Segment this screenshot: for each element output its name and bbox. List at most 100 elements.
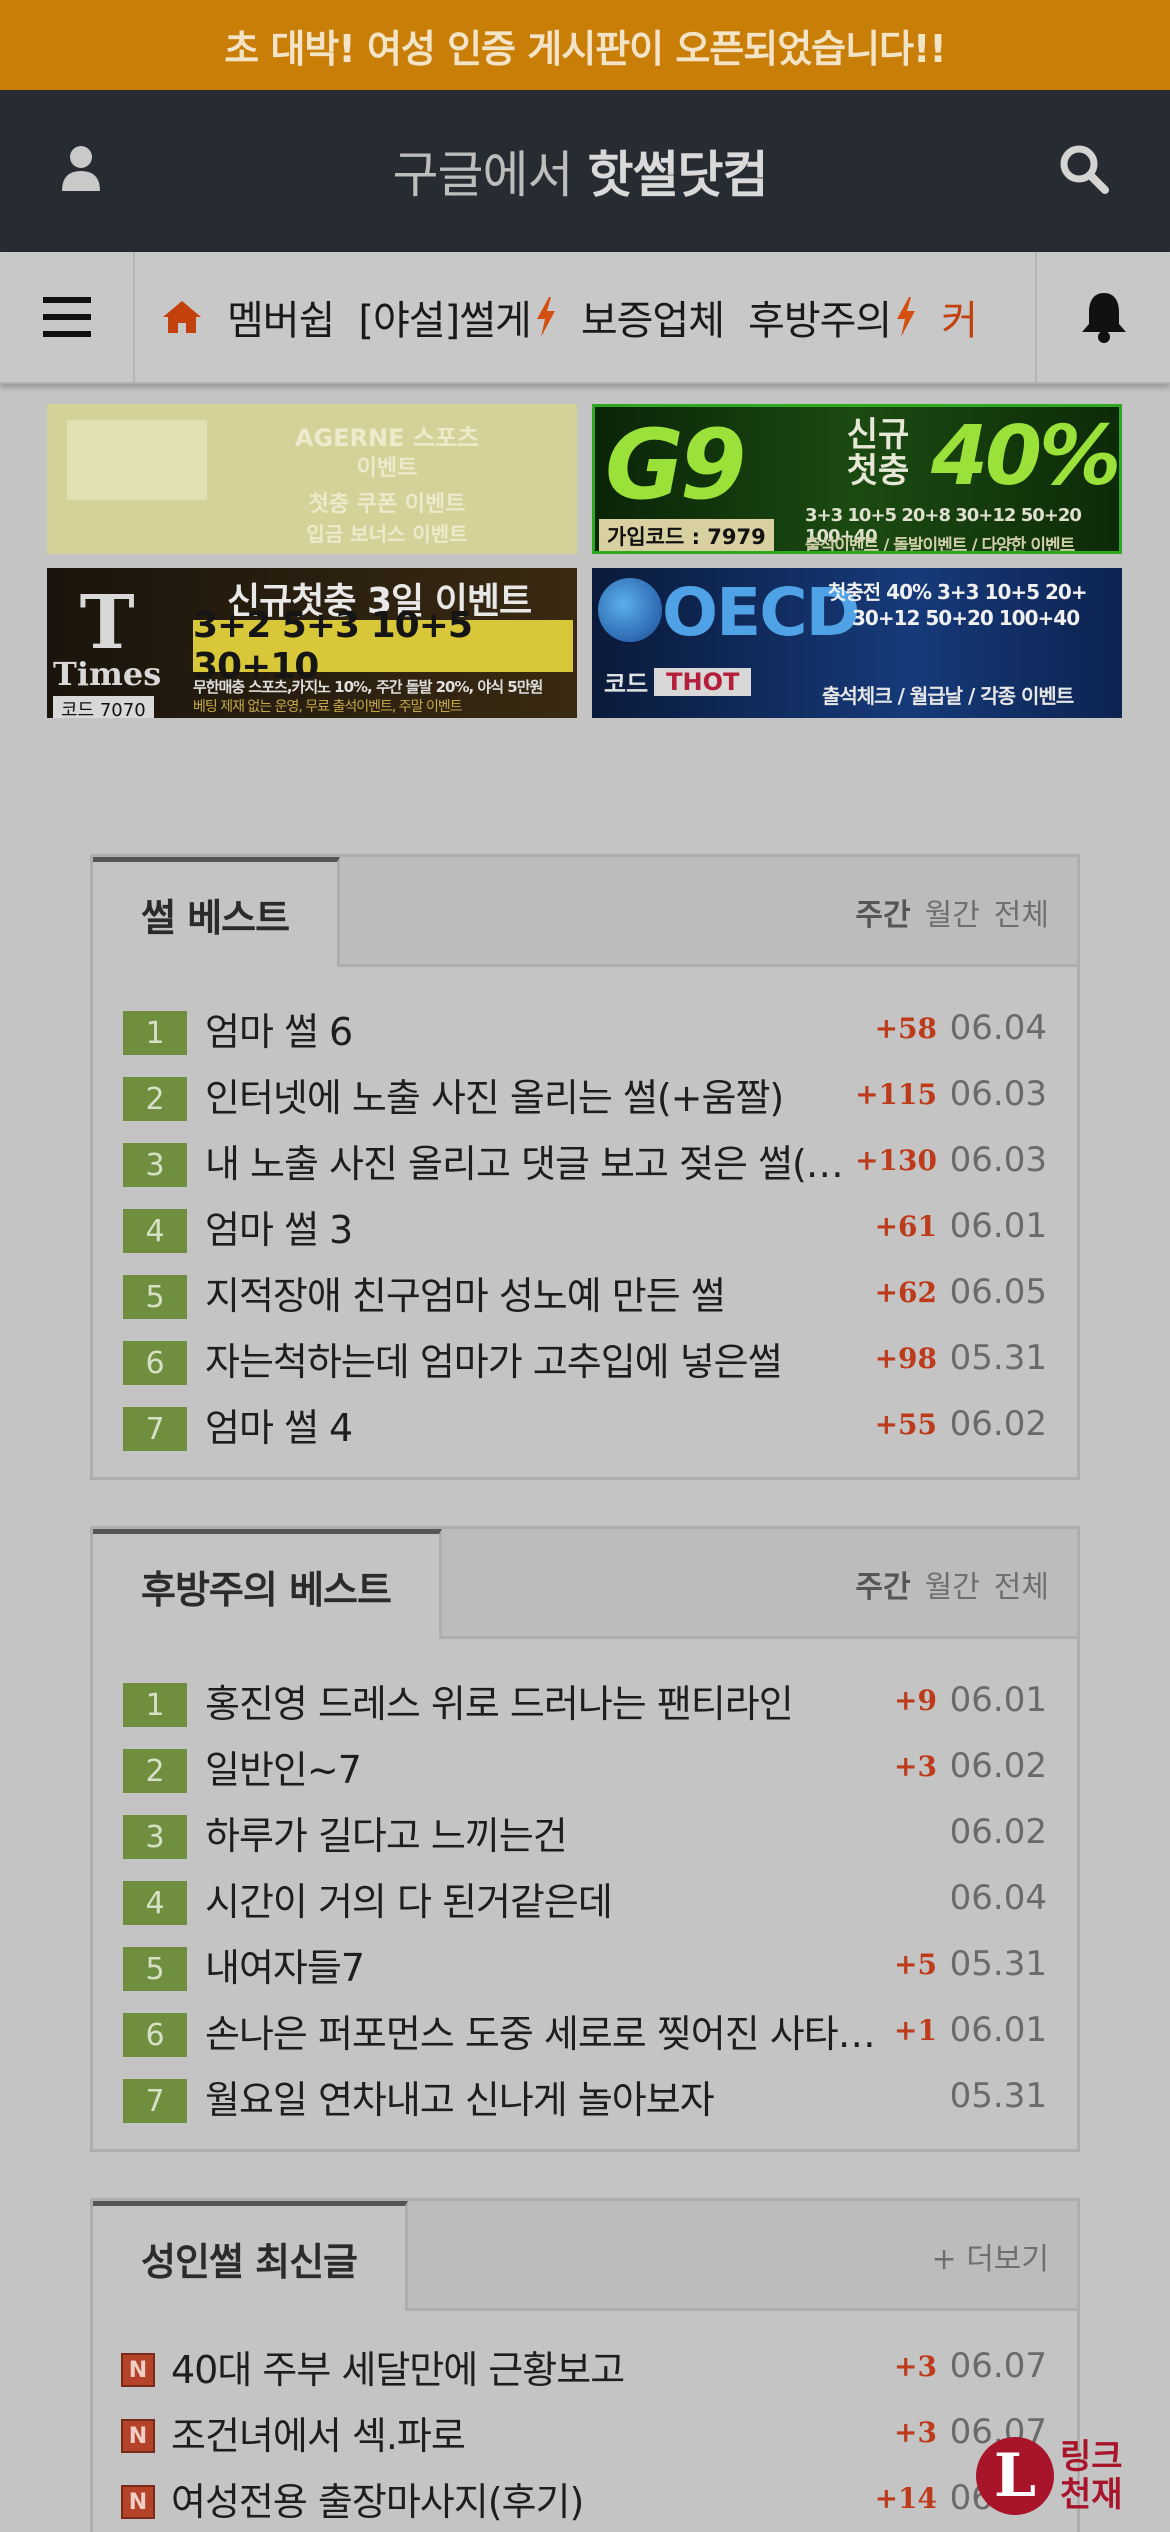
nav-item-more[interactable]: 커 bbox=[941, 288, 978, 346]
list-item[interactable]: 5 내여자들7 +5 05.31 bbox=[123, 1931, 1047, 1997]
ad-banner-oecd[interactable]: OECD 코드 THOT 첫충전 40% 3+3 10+5 20+ 30+12 5… bbox=[592, 568, 1122, 718]
post-date: 06.01 bbox=[949, 2010, 1047, 2050]
ad-banner-1[interactable]: AGERNE 스포츠 이벤트 첫충 쿠폰 이벤트 입금 보너스 이벤트 bbox=[47, 404, 577, 554]
ad-banner-oecd-code: 코드 THOT bbox=[604, 664, 752, 699]
nav-item-verified-sites[interactable]: 보증업체 bbox=[581, 288, 725, 346]
list-item[interactable]: 3 하루가 길다고 느끼는건 06.02 bbox=[123, 1799, 1047, 1865]
ad-banner-g9-promo: 신규 첫충 bbox=[846, 415, 910, 491]
period-filter: 주간 월간 전체 bbox=[855, 857, 1049, 967]
nav-item-rear-caution[interactable]: 후방주의 bbox=[748, 288, 917, 346]
ad-banner-g9-events: 출석이벤트 / 돌발이벤트 / 다양한 이벤트 bbox=[805, 536, 1075, 554]
post-title[interactable]: 내 노출 사진 올리고 댓글 보고 젖은 썰(+움짤) bbox=[205, 1133, 845, 1188]
notice-banner[interactable]: 초 대박! 여성 인증 게시판이 오픈되었습니다!! bbox=[0, 0, 1170, 90]
tab-rear-best[interactable]: 후방주의 베스트 bbox=[93, 1529, 442, 1639]
list-item[interactable]: 3 내 노출 사진 올리고 댓글 보고 젖은 썰(+움짤) +130 06.03 bbox=[123, 1127, 1047, 1193]
comment-count: +130 bbox=[855, 1143, 937, 1177]
list-item[interactable]: 5 지적장애 친구엄마 성노예 만든 썰 +62 06.05 bbox=[123, 1259, 1047, 1325]
site-title-brand: 핫썰닷컴 bbox=[587, 146, 768, 204]
list-item[interactable]: 4 시간이 거의 다 된거같은데 06.04 bbox=[123, 1865, 1047, 1931]
notification-button[interactable] bbox=[1035, 252, 1170, 382]
list-item[interactable]: 6 자는척하는데 엄마가 고추입에 넣은썰 +98 05.31 bbox=[123, 1325, 1047, 1391]
post-date: 06.04 bbox=[949, 1878, 1047, 1918]
post-title[interactable]: 여성전용 출장마사지(후기) bbox=[171, 2471, 865, 2526]
rank-badge: 3 bbox=[123, 1815, 187, 1859]
rank-badge: 1 bbox=[123, 1683, 187, 1727]
post-title[interactable]: 내여자들7 bbox=[205, 1937, 884, 1992]
latest-posts-list: N 40대 주부 세달만에 근황보고 +3 06.07 N 조건녀에서 섹.파로 +3 06.… bbox=[93, 2311, 1077, 2532]
best-posts-tabbar: 썰 베스트 주간 월간 전체 bbox=[93, 857, 1077, 967]
post-title[interactable]: 40대 주부 세달만에 근황보고 bbox=[171, 2339, 884, 2394]
list-item[interactable]: 1 엄마 썰 6 +58 06.04 bbox=[123, 995, 1047, 1061]
ad-banner-g9-percent: 40% bbox=[931, 409, 1119, 504]
comment-count: +9 bbox=[894, 1683, 937, 1717]
list-item[interactable]: 1 홍진영 드레스 위로 드러나는 팬티라인 +9 06.01 bbox=[123, 1667, 1047, 1733]
list-item[interactable]: 2 일반인~7 +3 06.02 bbox=[123, 1733, 1047, 1799]
list-item[interactable]: 2 인터넷에 노출 사진 올리는 썰(+움짤) +115 06.03 bbox=[123, 1061, 1047, 1127]
post-title[interactable]: 조건녀에서 섹.파로 bbox=[171, 2405, 884, 2460]
period-all[interactable]: 전체 bbox=[994, 890, 1049, 934]
post-title[interactable]: 지적장애 친구엄마 성노예 만든 썰 bbox=[205, 1265, 865, 1320]
post-title[interactable]: 엄마 썰 6 bbox=[205, 1001, 865, 1056]
rank-badge: 4 bbox=[123, 1209, 187, 1253]
period-weekly[interactable]: 주간 bbox=[855, 1562, 910, 1606]
comment-count: +14 bbox=[874, 2481, 937, 2515]
ad-banner-1-text: 첫충 쿠폰 이벤트 bbox=[308, 492, 466, 517]
home-icon[interactable] bbox=[161, 299, 203, 335]
ad-banner-times-detail: 무한매충 스포츠,카지노 10%, 주간 돌발 20%, 야식 5만원 bbox=[193, 678, 543, 696]
ad-banner-g9-code: 가입코드 : 7979 bbox=[599, 519, 774, 551]
ad-banner-times-code: 코드 7070 bbox=[53, 696, 154, 718]
ad-banners: AGERNE 스포츠 이벤트 첫충 쿠폰 이벤트 입금 보너스 이벤트 G9 신… bbox=[0, 404, 1170, 718]
list-item[interactable]: N 40대 주부 세달만에 근황보고 +3 06.07 bbox=[121, 2333, 1047, 2399]
post-title[interactable]: 시간이 거의 다 된거같은데 bbox=[205, 1871, 927, 1926]
new-badge-icon: N bbox=[121, 2353, 155, 2387]
comment-count: +61 bbox=[874, 1209, 937, 1243]
ad-banner-times[interactable]: T Times 신규첫충 3일 이벤트 3+2 5+3 10+5 30+10 코드… bbox=[47, 568, 577, 718]
post-title[interactable]: 하루가 길다고 느끼는건 bbox=[205, 1805, 927, 1860]
period-monthly[interactable]: 월간 bbox=[925, 1562, 980, 1606]
search-icon[interactable] bbox=[1058, 143, 1110, 199]
post-title[interactable]: 인터넷에 노출 사진 올리는 썰(+움짤) bbox=[205, 1067, 845, 1122]
lightning-icon bbox=[536, 297, 555, 337]
tab-best-posts[interactable]: 썰 베스트 bbox=[93, 857, 341, 967]
rear-best-list: 1 홍진영 드레스 위로 드러나는 팬티라인 +9 06.01 2 일반인~7 +3 06.0… bbox=[93, 1639, 1077, 2149]
latest-posts-tabbar: 성인썰 최신글 + 더보기 bbox=[93, 2201, 1077, 2311]
list-item[interactable]: 7 월요일 연차내고 신나게 놀아보자 05.31 bbox=[123, 2063, 1047, 2129]
post-date: 06.02 bbox=[949, 1746, 1047, 1786]
period-all[interactable]: 전체 bbox=[994, 1562, 1049, 1606]
list-item[interactable]: 4 엄마 썰 3 +61 06.01 bbox=[123, 1193, 1047, 1259]
post-title[interactable]: 엄마 썰 3 bbox=[205, 1199, 865, 1254]
hamburger-menu-button[interactable] bbox=[0, 252, 135, 382]
period-monthly[interactable]: 월간 bbox=[925, 890, 980, 934]
rank-badge: 7 bbox=[123, 1407, 187, 1451]
more-link[interactable]: + 더보기 bbox=[932, 2201, 1049, 2311]
site-header: 구글에서 핫썰닷컴 bbox=[0, 90, 1170, 252]
list-item[interactable]: N 조건녀에서 섹.파로 +3 06.07 bbox=[121, 2399, 1047, 2465]
best-posts-list: 1 엄마 썰 6 +58 06.04 2 인터넷에 노출 사진 올리는 썰(+움짤) +11… bbox=[93, 967, 1077, 1477]
post-title[interactable]: 자는척하는데 엄마가 고추입에 넣은썰 bbox=[205, 1331, 865, 1386]
nav-item-novel-board[interactable]: [야설]썰게 bbox=[358, 288, 556, 346]
new-badge-icon: N bbox=[121, 2485, 155, 2519]
tab-latest-posts[interactable]: 성인썰 최신글 bbox=[93, 2201, 408, 2311]
post-title[interactable]: 일반인~7 bbox=[205, 1739, 884, 1794]
post-title[interactable]: 월요일 연차내고 신나게 놀아보자 bbox=[205, 2069, 927, 2124]
post-title[interactable]: 엄마 썰 4 bbox=[205, 1397, 865, 1452]
list-item[interactable]: N여성전용 출장마사지(후기)+1406.07 bbox=[121, 2465, 1047, 2531]
site-title[interactable]: 구글에서 핫썰닷컴 bbox=[393, 135, 769, 207]
nav-item-membership[interactable]: 멤버쉽 bbox=[227, 288, 335, 346]
rank-badge: 5 bbox=[123, 1275, 187, 1319]
best-posts-box: 썰 베스트 주간 월간 전체 1 엄마 썰 6 +58 06.04 2 인터넷에 노출 사… bbox=[90, 854, 1080, 1480]
post-title[interactable]: 손나은 퍼포먼스 도중 세로로 찢어진 사타구니 bbox=[205, 2003, 884, 2058]
rank-badge: 1 bbox=[123, 1011, 187, 1055]
period-weekly[interactable]: 주간 bbox=[855, 890, 910, 934]
user-icon[interactable] bbox=[60, 145, 102, 197]
bell-icon bbox=[1081, 293, 1126, 343]
list-item[interactable]: 6 손나은 퍼포먼스 도중 세로로 찢어진 사타구니 +1 06.01 bbox=[123, 1997, 1047, 2063]
ad-banner-g9[interactable]: G9 신규 첫충 40% 가입코드 : 7979 3+3 10+5 20+8 3… bbox=[592, 404, 1122, 554]
post-title[interactable]: 홍진영 드레스 위로 드러나는 팬티라인 bbox=[205, 1673, 884, 1728]
ad-banner-1-text: 이벤트 bbox=[356, 456, 418, 481]
rank-badge: 2 bbox=[123, 1749, 187, 1793]
list-item[interactable]: 7 엄마 썰 4 +55 06.02 bbox=[123, 1391, 1047, 1457]
comment-count: +3 bbox=[894, 1749, 937, 1783]
comment-count: +1 bbox=[894, 2013, 937, 2047]
hamburger-icon bbox=[42, 297, 91, 337]
